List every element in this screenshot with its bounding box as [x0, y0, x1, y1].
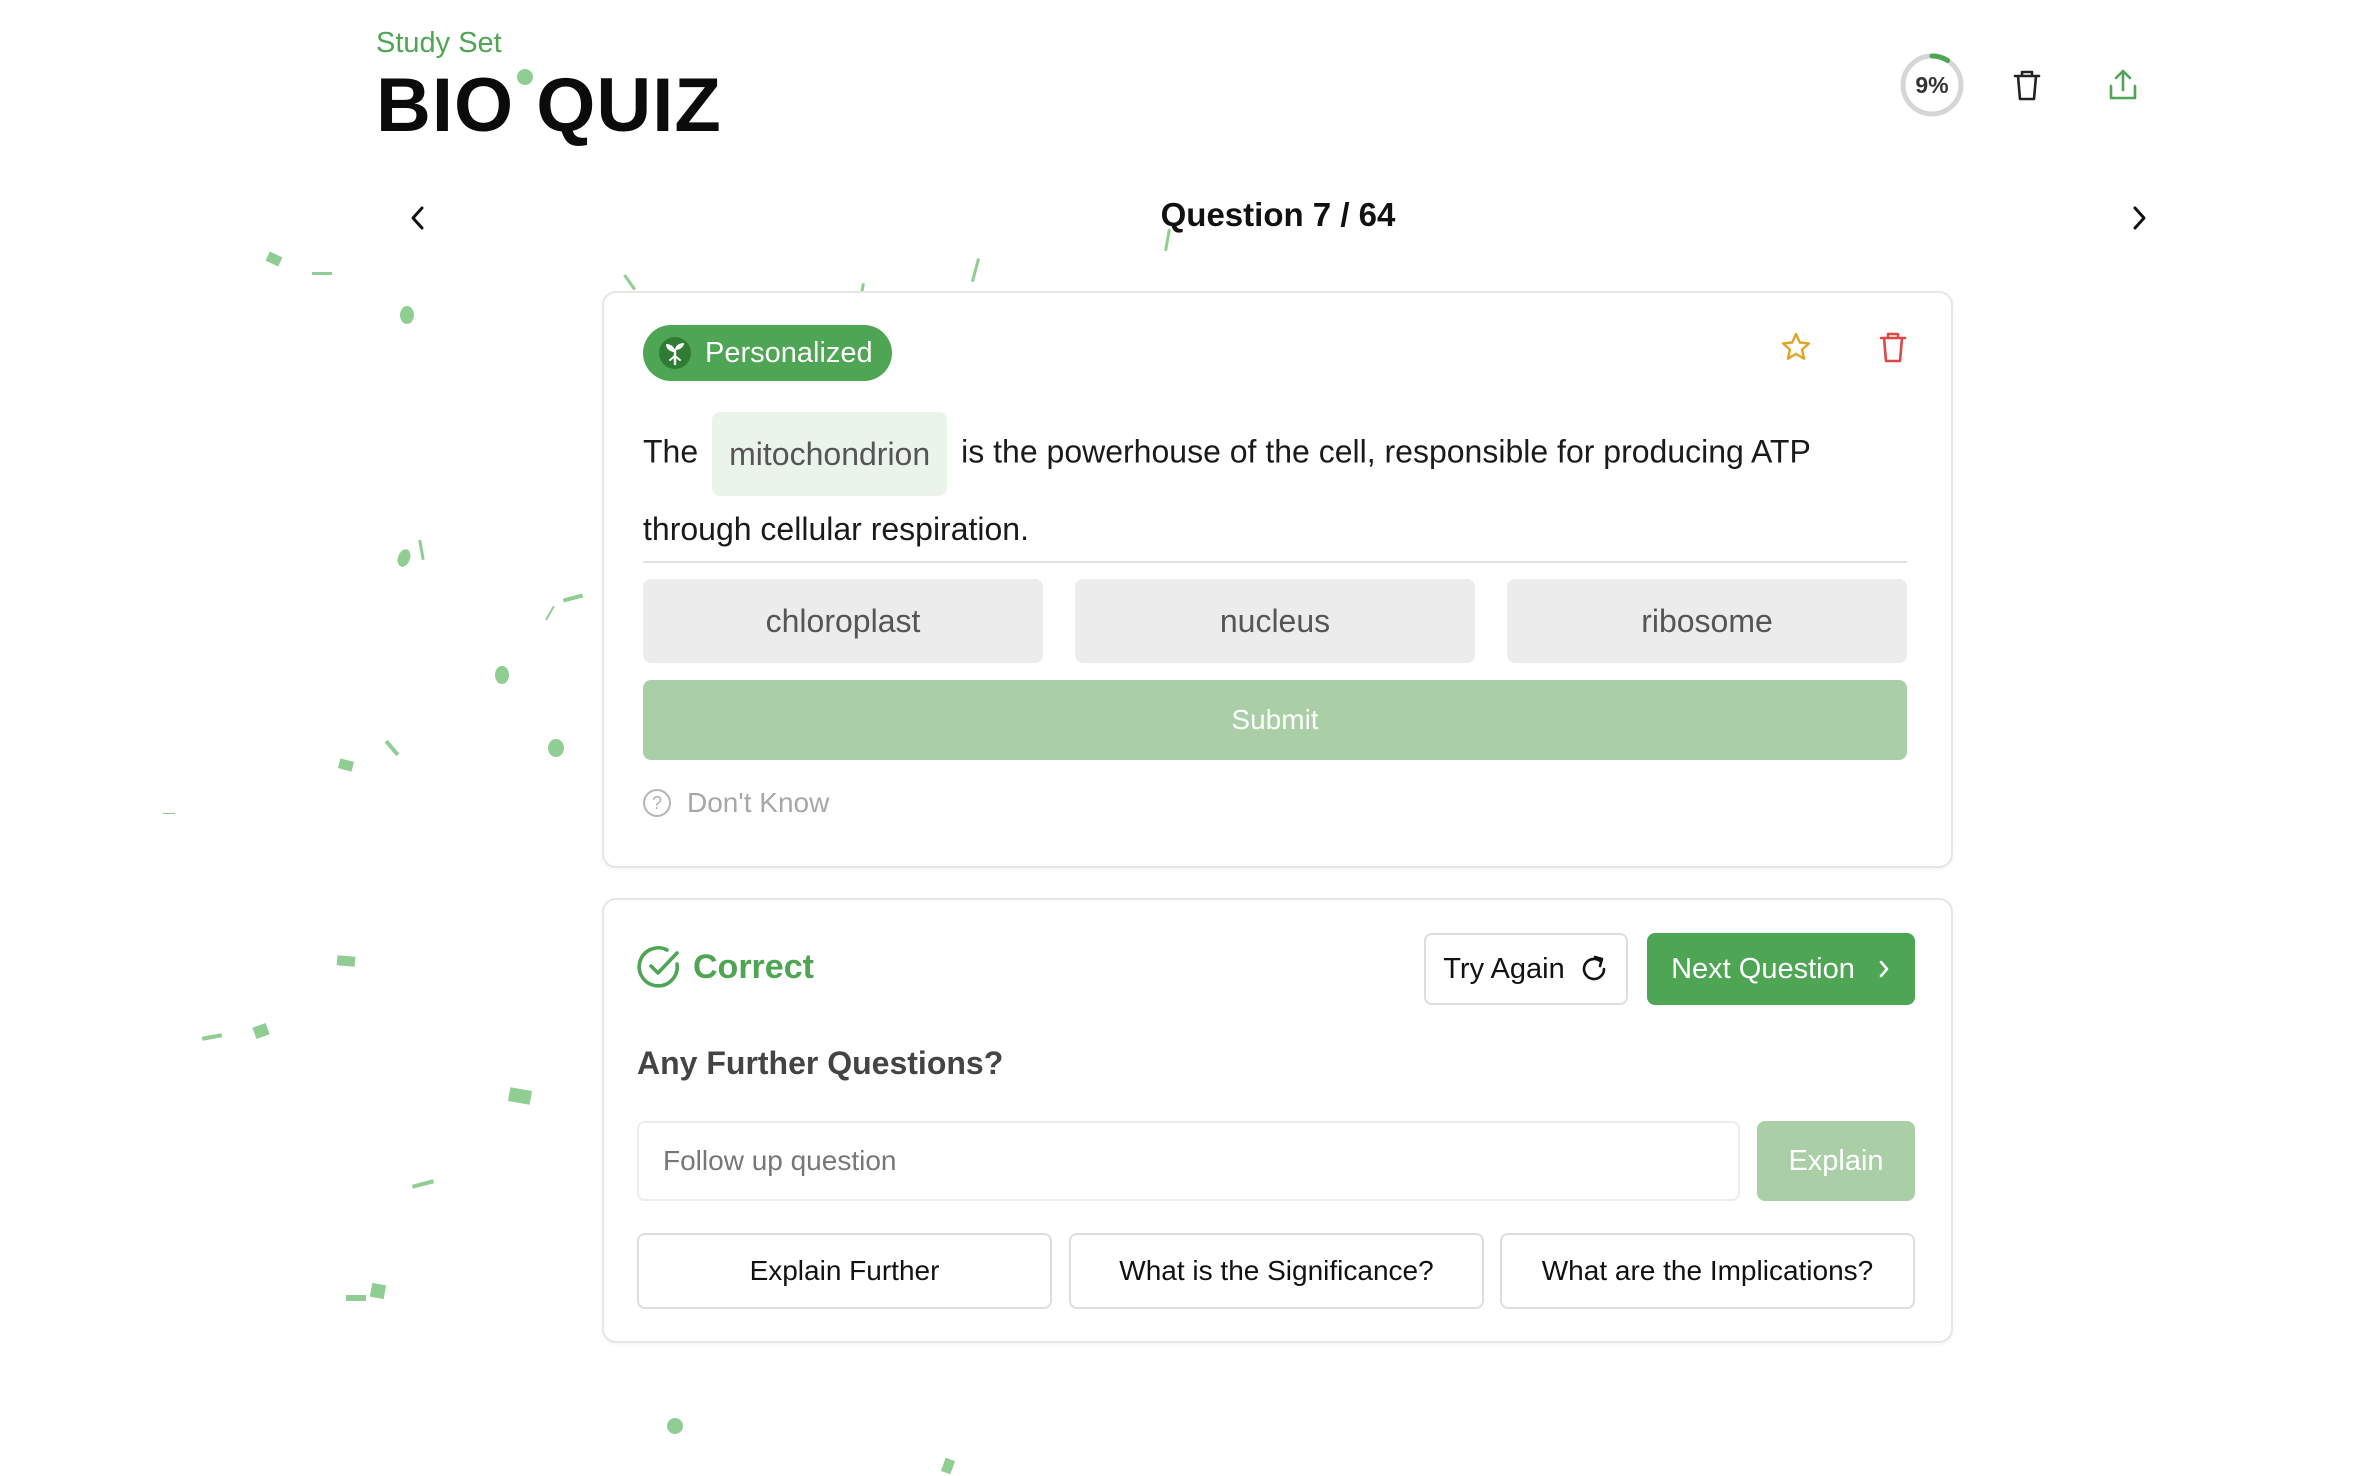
option-chip[interactable]: ribosome: [1507, 579, 1907, 663]
submit-button[interactable]: Submit: [643, 680, 1907, 760]
star-icon: [1781, 332, 1811, 360]
page-title: BIO QUIZ: [376, 63, 722, 148]
follow-up-input[interactable]: [637, 1121, 1740, 1201]
sentence-before: The: [643, 433, 699, 470]
suggestion-button[interactable]: What is the Significance?: [1069, 1233, 1484, 1309]
progress-indicator: 9%: [1899, 52, 1965, 118]
refresh-icon: [1579, 954, 1609, 984]
result-status: Correct: [637, 944, 814, 990]
question-sentence: The mitochondrion is the powerhouse of the…: [643, 412, 1913, 562]
share-upload-icon: [2109, 69, 2137, 100]
try-again-button[interactable]: Try Again: [1424, 933, 1628, 1005]
filled-blank-answer: mitochondrion: [712, 412, 948, 496]
favorite-button[interactable]: [1776, 327, 1816, 367]
chevron-right-icon: [2133, 206, 2146, 230]
question-mark-icon: ?: [643, 789, 671, 817]
option-chip[interactable]: nucleus: [1075, 579, 1475, 663]
trash-icon: [2013, 70, 2041, 101]
dont-know-button[interactable]: ? Don't Know: [643, 785, 829, 821]
dont-know-label: Don't Know: [687, 787, 830, 818]
try-again-label: Try Again: [1443, 952, 1565, 985]
study-set-label: Study Set: [376, 27, 502, 59]
trash-icon: [1879, 332, 1907, 363]
explain-button[interactable]: Explain: [1757, 1121, 1915, 1201]
progress-text: 9%: [1915, 71, 1949, 98]
personalized-badge: Personalized: [643, 325, 892, 381]
badge-label: Personalized: [705, 336, 873, 369]
question-counter: Question 7 / 64: [1160, 196, 1396, 233]
divider: [643, 561, 1907, 563]
check-circle-icon: [637, 946, 679, 988]
share-button[interactable]: [2103, 65, 2143, 105]
delete-question-button[interactable]: [1873, 327, 1913, 367]
next-question-arrow[interactable]: [2117, 196, 2161, 240]
next-question-button[interactable]: Next Question: [1647, 933, 1915, 1005]
chevron-right-icon: [1877, 958, 1891, 980]
next-question-label: Next Question: [1671, 952, 1855, 985]
option-chip[interactable]: chloroplast: [643, 579, 1043, 663]
correct-label: Correct: [693, 947, 814, 986]
suggestion-button[interactable]: Explain Further: [637, 1233, 1052, 1309]
delete-set-button[interactable]: [2007, 65, 2047, 105]
suggestion-button[interactable]: What are the Implications?: [1500, 1233, 1915, 1309]
brain-sprout-icon: [657, 335, 693, 371]
further-questions-heading: Any Further Questions?: [637, 1045, 1004, 1081]
